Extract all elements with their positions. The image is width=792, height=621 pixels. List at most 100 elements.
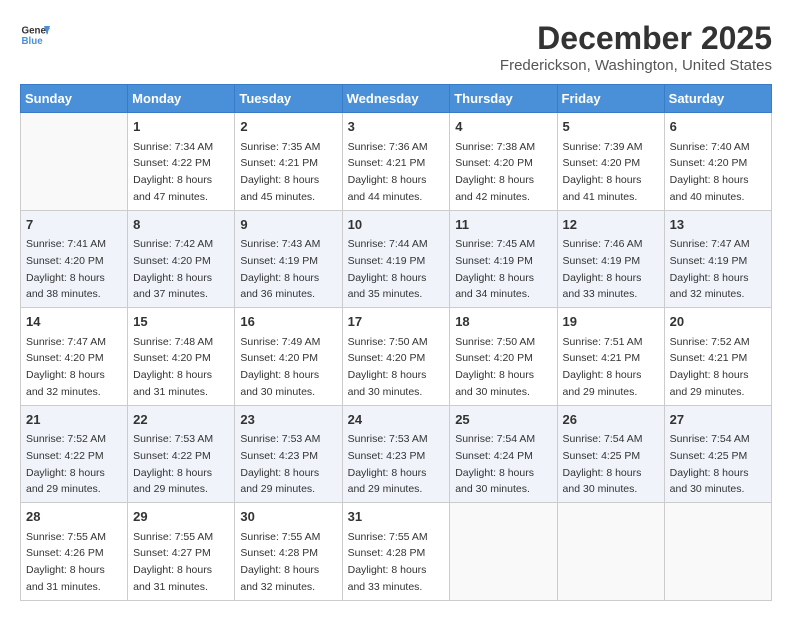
calendar-cell: 6 Sunrise: 7:40 AM Sunset: 4:20 PM Daylig… <box>664 113 771 211</box>
day-number: 4 <box>455 117 551 137</box>
calendar-cell: 10 Sunrise: 7:44 AM Sunset: 4:19 PM Dayli… <box>342 210 450 308</box>
calendar-cell: 5Sunrise: 7:39 AM Sunset: 4:20 PM Daylig… <box>557 113 664 211</box>
logo: General Blue <box>20 20 50 50</box>
calendar-cell <box>450 503 557 601</box>
day-number: 12 <box>563 215 659 235</box>
day-info: Sunrise: 7:50 AM Sunset: 4:20 PM Dayligh… <box>455 336 535 398</box>
day-number: 28 <box>26 507 122 527</box>
calendar-cell: 28Sunrise: 7:55 AM Sunset: 4:26 PM Dayli… <box>21 503 128 601</box>
day-number: 31 <box>348 507 445 527</box>
calendar-cell: 21 Sunrise: 7:52 AM Sunset: 4:22 PM Dayli… <box>21 405 128 503</box>
day-info: Sunrise: 7:52 AM Sunset: 4:22 PM Dayligh… <box>26 433 106 495</box>
header-saturday: Saturday <box>664 85 771 113</box>
day-number: 24 <box>348 410 445 430</box>
calendar-cell: 31 Sunrise: 7:55 AM Sunset: 4:28 PM Dayli… <box>342 503 450 601</box>
day-info: Sunrise: 7:49 AM Sunset: 4:20 PM Dayligh… <box>240 336 320 398</box>
calendar-cell: 18Sunrise: 7:50 AM Sunset: 4:20 PM Dayli… <box>450 308 557 406</box>
day-info: Sunrise: 7:53 AM Sunset: 4:22 PM Dayligh… <box>133 433 213 495</box>
calendar-cell: 19Sunrise: 7:51 AM Sunset: 4:21 PM Dayli… <box>557 308 664 406</box>
calendar-cell: 23 Sunrise: 7:53 AM Sunset: 4:23 PM Dayli… <box>235 405 342 503</box>
day-info: Sunrise: 7:55 AM Sunset: 4:27 PM Dayligh… <box>133 531 213 593</box>
calendar-week-1: 1Sunrise: 7:34 AM Sunset: 4:22 PM Daylig… <box>21 113 772 211</box>
day-number: 7 <box>26 215 122 235</box>
header-tuesday: Tuesday <box>235 85 342 113</box>
day-number: 25 <box>455 410 551 430</box>
page-header: General Blue December 2025 Frederickson,… <box>20 20 772 74</box>
header-sunday: Sunday <box>21 85 128 113</box>
day-number: 10 <box>348 215 445 235</box>
calendar-cell: 26Sunrise: 7:54 AM Sunset: 4:25 PM Dayli… <box>557 405 664 503</box>
day-info: Sunrise: 7:42 AM Sunset: 4:20 PM Dayligh… <box>133 238 213 300</box>
month-title: December 2025 <box>500 20 772 57</box>
day-info: Sunrise: 7:40 AM Sunset: 4:20 PM Dayligh… <box>670 141 750 203</box>
day-info: Sunrise: 7:55 AM Sunset: 4:28 PM Dayligh… <box>240 531 320 593</box>
day-number: 27 <box>670 410 766 430</box>
logo-icon: General Blue <box>20 20 50 50</box>
day-info: Sunrise: 7:45 AM Sunset: 4:19 PM Dayligh… <box>455 238 535 300</box>
day-number: 11 <box>455 215 551 235</box>
day-number: 15 <box>133 312 229 332</box>
day-info: Sunrise: 7:55 AM Sunset: 4:28 PM Dayligh… <box>348 531 428 593</box>
calendar-cell: 2Sunrise: 7:35 AM Sunset: 4:21 PM Daylig… <box>235 113 342 211</box>
day-number: 21 <box>26 410 122 430</box>
calendar-cell <box>557 503 664 601</box>
day-info: Sunrise: 7:54 AM Sunset: 4:25 PM Dayligh… <box>670 433 750 495</box>
calendar-cell: 24 Sunrise: 7:53 AM Sunset: 4:23 PM Dayli… <box>342 405 450 503</box>
calendar-week-2: 7 Sunrise: 7:41 AM Sunset: 4:20 PM Daylig… <box>21 210 772 308</box>
day-info: Sunrise: 7:41 AM Sunset: 4:20 PM Dayligh… <box>26 238 106 300</box>
calendar-cell: 25 Sunrise: 7:54 AM Sunset: 4:24 PM Dayli… <box>450 405 557 503</box>
title-area: December 2025 Frederickson, Washington, … <box>500 20 772 74</box>
day-number: 30 <box>240 507 336 527</box>
calendar-week-4: 21 Sunrise: 7:52 AM Sunset: 4:22 PM Dayli… <box>21 405 772 503</box>
calendar-cell: 13 Sunrise: 7:47 AM Sunset: 4:19 PM Dayli… <box>664 210 771 308</box>
calendar-cell <box>21 113 128 211</box>
calendar-cell: 1Sunrise: 7:34 AM Sunset: 4:22 PM Daylig… <box>128 113 235 211</box>
header-friday: Friday <box>557 85 664 113</box>
header-wednesday: Wednesday <box>342 85 450 113</box>
day-number: 9 <box>240 215 336 235</box>
day-number: 22 <box>133 410 229 430</box>
header-thursday: Thursday <box>450 85 557 113</box>
calendar-cell: 11 Sunrise: 7:45 AM Sunset: 4:19 PM Dayli… <box>450 210 557 308</box>
day-number: 5 <box>563 117 659 137</box>
calendar-cell: 3 Sunrise: 7:36 AM Sunset: 4:21 PM Daylig… <box>342 113 450 211</box>
day-number: 29 <box>133 507 229 527</box>
day-info: Sunrise: 7:54 AM Sunset: 4:24 PM Dayligh… <box>455 433 535 495</box>
calendar-cell <box>664 503 771 601</box>
calendar-cell: 30 Sunrise: 7:55 AM Sunset: 4:28 PM Dayli… <box>235 503 342 601</box>
day-info: Sunrise: 7:44 AM Sunset: 4:19 PM Dayligh… <box>348 238 428 300</box>
calendar-cell: 15 Sunrise: 7:48 AM Sunset: 4:20 PM Dayli… <box>128 308 235 406</box>
day-info: Sunrise: 7:50 AM Sunset: 4:20 PM Dayligh… <box>348 336 428 398</box>
day-info: Sunrise: 7:35 AM Sunset: 4:21 PM Dayligh… <box>240 141 320 203</box>
day-number: 3 <box>348 117 445 137</box>
day-number: 6 <box>670 117 766 137</box>
calendar-cell: 16 Sunrise: 7:49 AM Sunset: 4:20 PM Dayli… <box>235 308 342 406</box>
day-number: 1 <box>133 117 229 137</box>
header-monday: Monday <box>128 85 235 113</box>
calendar-cell: 7 Sunrise: 7:41 AM Sunset: 4:20 PM Daylig… <box>21 210 128 308</box>
day-info: Sunrise: 7:38 AM Sunset: 4:20 PM Dayligh… <box>455 141 535 203</box>
day-info: Sunrise: 7:36 AM Sunset: 4:21 PM Dayligh… <box>348 141 428 203</box>
day-info: Sunrise: 7:54 AM Sunset: 4:25 PM Dayligh… <box>563 433 643 495</box>
day-number: 13 <box>670 215 766 235</box>
day-number: 20 <box>670 312 766 332</box>
day-info: Sunrise: 7:48 AM Sunset: 4:20 PM Dayligh… <box>133 336 213 398</box>
day-number: 23 <box>240 410 336 430</box>
day-number: 8 <box>133 215 229 235</box>
calendar-cell: 12Sunrise: 7:46 AM Sunset: 4:19 PM Dayli… <box>557 210 664 308</box>
day-number: 16 <box>240 312 336 332</box>
calendar-cell: 4 Sunrise: 7:38 AM Sunset: 4:20 PM Daylig… <box>450 113 557 211</box>
calendar-cell: 22 Sunrise: 7:53 AM Sunset: 4:22 PM Dayli… <box>128 405 235 503</box>
calendar-cell: 27 Sunrise: 7:54 AM Sunset: 4:25 PM Dayli… <box>664 405 771 503</box>
day-info: Sunrise: 7:47 AM Sunset: 4:19 PM Dayligh… <box>670 238 750 300</box>
day-info: Sunrise: 7:43 AM Sunset: 4:19 PM Dayligh… <box>240 238 320 300</box>
day-info: Sunrise: 7:53 AM Sunset: 4:23 PM Dayligh… <box>348 433 428 495</box>
location-title: Frederickson, Washington, United States <box>500 57 772 74</box>
calendar-header-row: SundayMondayTuesdayWednesdayThursdayFrid… <box>21 85 772 113</box>
calendar-cell: 29 Sunrise: 7:55 AM Sunset: 4:27 PM Dayli… <box>128 503 235 601</box>
calendar-cell: 17Sunrise: 7:50 AM Sunset: 4:20 PM Dayli… <box>342 308 450 406</box>
day-info: Sunrise: 7:53 AM Sunset: 4:23 PM Dayligh… <box>240 433 320 495</box>
day-info: Sunrise: 7:47 AM Sunset: 4:20 PM Dayligh… <box>26 336 106 398</box>
calendar-cell: 9 Sunrise: 7:43 AM Sunset: 4:19 PM Daylig… <box>235 210 342 308</box>
calendar-week-3: 14Sunrise: 7:47 AM Sunset: 4:20 PM Dayli… <box>21 308 772 406</box>
